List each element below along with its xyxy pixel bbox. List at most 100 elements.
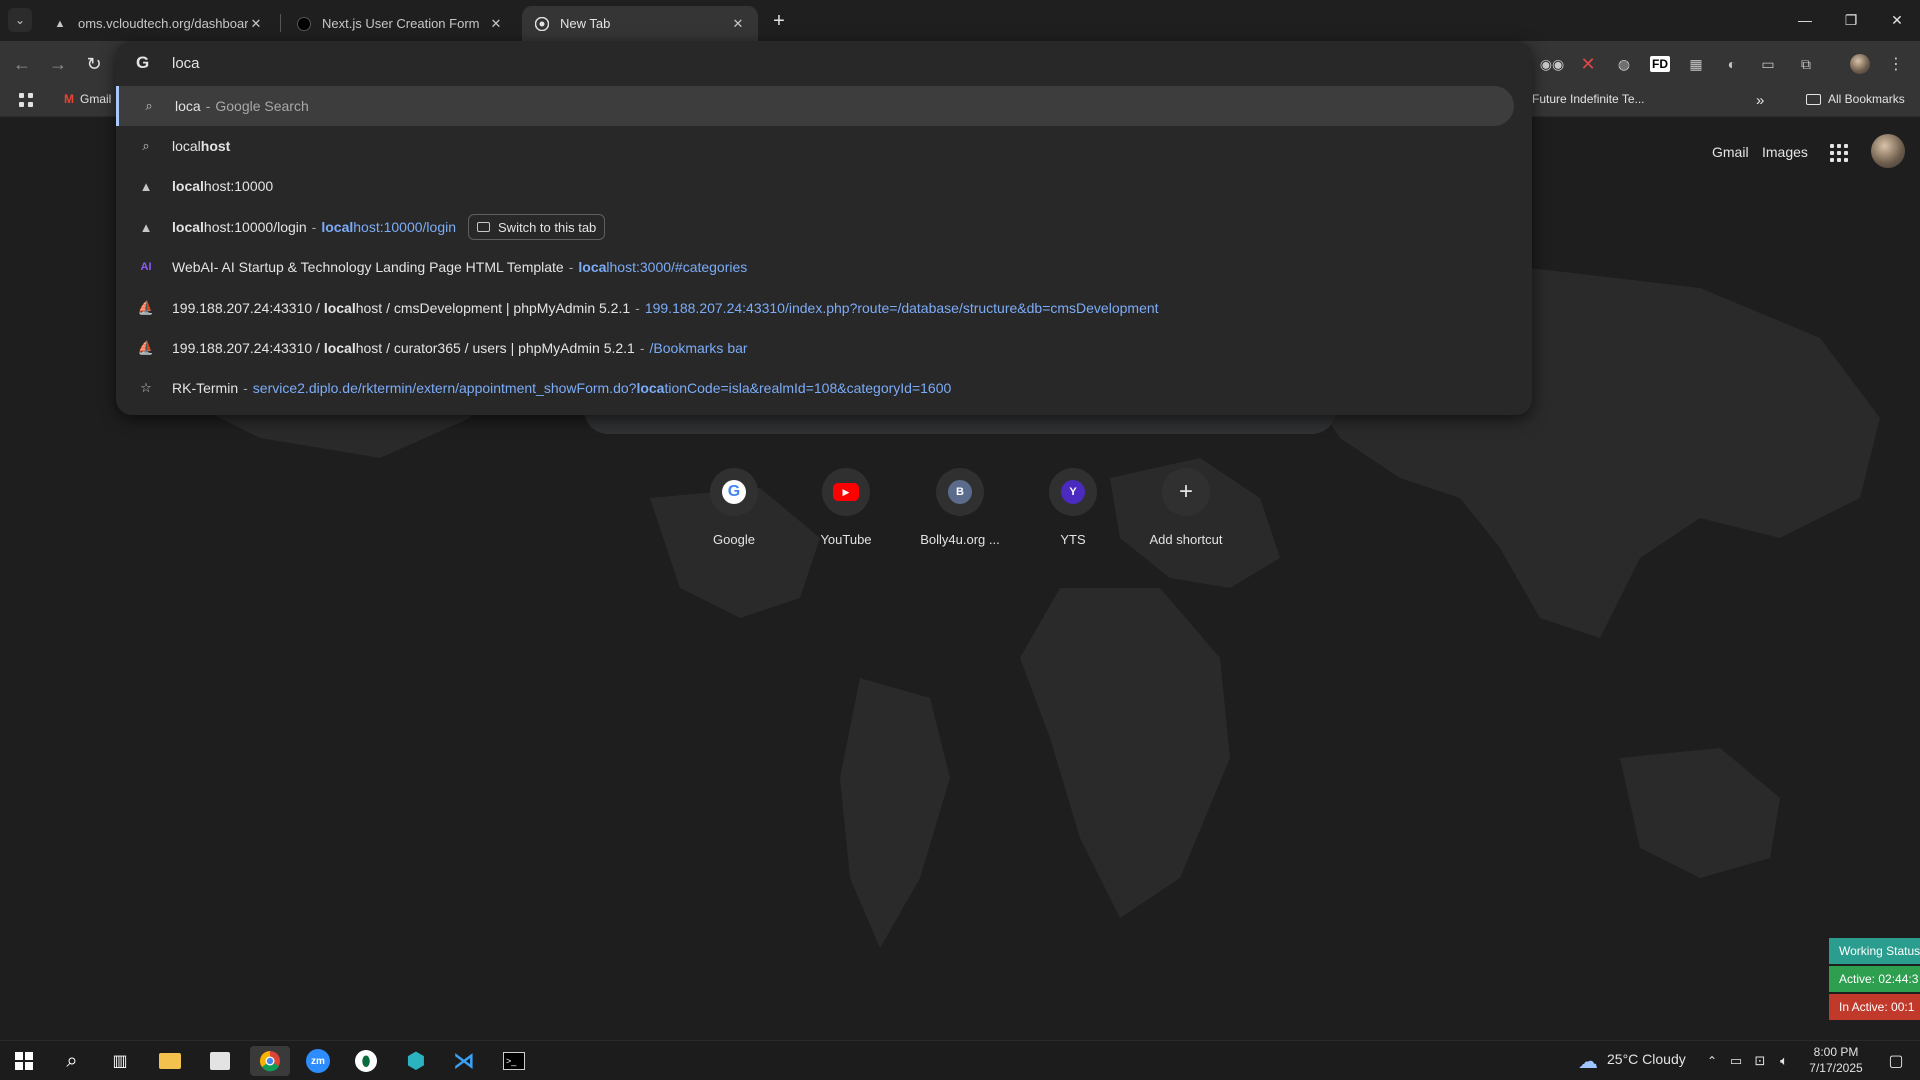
shortcut-google[interactable]: G Google [678,468,790,547]
shortcut-label: YouTube [820,532,872,547]
working-status-widget[interactable]: Working Status [1829,938,1920,964]
reload-button[interactable]: ↻ [80,52,108,76]
vscode-icon[interactable]: ⋊ [444,1046,484,1076]
back-button[interactable]: ← [8,52,36,76]
battery-icon[interactable]: ▭ [1724,1046,1748,1076]
shortcut-bolly4u[interactable]: B Bolly4u.org ... [904,468,1016,547]
mongodb-icon[interactable]: ⬮ [346,1046,386,1076]
file-explorer-icon[interactable] [150,1046,190,1076]
bookmark-gmail[interactable]: M Gmail [64,92,111,106]
shortcut-yts[interactable]: Y YTS [1017,468,1129,547]
bookmark-label: All Bookmarks [1828,92,1905,106]
windows-start-icon[interactable] [4,1046,44,1076]
tab-new-tab[interactable]: New Tab ✕ [522,6,758,41]
restore-icon: ❐ [1844,11,1858,28]
puzzle-extensions-icon[interactable]: ⧉ [1794,52,1818,76]
tab-nextjs-form[interactable]: Next.js User Creation Form ✕ [284,6,516,41]
new-tab-button[interactable]: + [766,8,792,34]
tab-title: New Tab [560,16,611,31]
shortcut-tile: + [1162,468,1210,516]
ntp-profile-avatar[interactable] [1871,134,1905,168]
task-view-icon[interactable]: ▥ [100,1046,140,1076]
suggestion-text: local host:10000/login - local host:10000/… [172,214,606,240]
globe-extension-icon[interactable]: ◍ [1612,52,1636,76]
suggestion-match: local [172,178,204,194]
tab-separator [280,14,281,32]
shortcut-label: Google [713,532,755,547]
menu-kebab-icon[interactable]: ⋮ [1884,52,1908,76]
ntp-images-link[interactable]: Images [1762,144,1808,160]
suggestion-url: 199.188.207.24:43310/index.php?route=/da… [644,300,1159,316]
all-bookmarks-button[interactable]: All Bookmarks [1806,92,1905,106]
suggestion-url: host:10000/login [353,219,457,235]
store-icon[interactable] [200,1046,240,1076]
zoom-icon[interactable]: zm [298,1046,338,1076]
bookmarks-overflow-button[interactable]: » [1756,92,1764,109]
suggestion-title: 199.188.207.24:43310 / [172,340,324,356]
suggestion-localhost[interactable]: ⌕ local host [116,126,1532,166]
bookmark-label: Gmail [80,92,112,106]
ntp-gmail-link[interactable]: Gmail [1712,144,1749,160]
x-extension-icon[interactable]: ✕ [1576,52,1600,76]
fd-extension-icon[interactable]: FD [1648,52,1672,76]
taskbar-clock[interactable]: 8:00 PM 7/17/2025 [1806,1044,1866,1076]
suggestion-phpmyadmin-curator[interactable]: ⛵ 199.188.207.24:43310 / local host / cur… [116,328,1532,368]
app-hexagon-icon[interactable]: ⬢ [396,1046,436,1076]
suggestion-localhost-login[interactable]: ▲ local host:10000/login - local host:1000… [116,207,1532,247]
image-extension-icon[interactable]: ▦ [1684,52,1708,76]
google-icon: G [136,53,150,72]
suggestion-rk-termin[interactable]: ☆ RK-Termin - service2.diplo.de/rktermin… [116,368,1532,408]
terminal-icon[interactable]: >_ [494,1046,534,1076]
chevron-down-icon: ⌄ [14,13,26,27]
suggestion-title: host / curator365 / users | phpMyAdmin 5… [355,340,635,356]
notification-center-icon[interactable]: ▢ [1876,1046,1916,1076]
suggestion-completion: host [200,138,231,154]
y-letter-icon: Y [1061,480,1085,504]
omnibox-input[interactable]: loca [172,55,200,72]
suggestion-google-search[interactable]: ⌕ loca - Google Search [116,86,1514,126]
apps-grid-icon[interactable] [18,92,34,108]
folder-icon [1806,93,1821,105]
shortcut-youtube[interactable]: ▶ YouTube [790,468,902,547]
volume-icon[interactable]: 🔈︎ [1772,1046,1796,1076]
close-icon[interactable]: ✕ [248,16,264,32]
vpn-extension-icon[interactable]: ◐ [1720,52,1744,76]
chevron-double-right-icon: » [1756,92,1765,109]
weather-cloud-icon[interactable]: ☁ [1568,1046,1608,1076]
profile-avatar-icon[interactable] [1848,52,1872,76]
glasses-extension-icon[interactable]: ◉◉ [1540,52,1564,76]
shortcut-add[interactable]: + Add shortcut [1130,468,1242,547]
b-letter-icon: B [948,480,972,504]
minimize-button[interactable]: — [1782,0,1828,40]
suggestion-webai[interactable]: AI WebAI- AI Startup & Technology Landin… [116,247,1532,287]
separator: - [639,340,645,356]
close-icon[interactable]: ✕ [488,16,504,32]
tab-oms-dashboard[interactable]: ▲ oms.vcloudtech.org/dashboard ✕ [40,6,276,41]
search-icon[interactable]: ⌕ [52,1046,92,1076]
forward-button[interactable]: → [44,52,72,76]
switch-to-tab-button[interactable]: Switch to this tab [468,214,606,240]
weather-text[interactable]: 25°C Cloudy [1607,1051,1686,1067]
close-icon[interactable]: ✕ [730,16,746,32]
suggestion-title: host:10000/login [203,219,307,235]
search-icon: ⌕ [145,98,153,113]
arrow-left-icon: ← [13,53,31,74]
suggestion-localhost-10000[interactable]: ▲ local host:10000 [116,166,1532,206]
suggestion-phpmyadmin-cms[interactable]: ⛵ 199.188.207.24:43310 / local host / cms… [116,288,1532,328]
chrome-taskbar-icon[interactable] [250,1046,290,1076]
tray-chevron-up-icon[interactable]: ⌃ [1700,1046,1724,1076]
tab-search-button[interactable]: ⌄ [8,8,32,32]
minimize-icon: — [1798,12,1812,28]
google-apps-icon[interactable] [1828,142,1850,164]
restore-button[interactable]: ❐ [1828,0,1874,40]
separator: - [243,380,248,396]
omnibox-input-row[interactable]: G loca [116,41,1532,85]
suggestion-text: RK-Termin - service2.diplo.de/rktermin/e… [172,380,951,396]
close-window-button[interactable]: ✕ [1874,0,1920,40]
shortcut-tile: Y [1049,468,1097,516]
suggestion-match: local [323,300,356,316]
cast-extension-icon[interactable]: ▭ [1756,52,1780,76]
close-icon: ✕ [1891,11,1903,28]
bookmark-future-indefinite[interactable]: Future Indefinite Te... [1532,92,1645,106]
network-icon[interactable]: ⊡ [1748,1046,1772,1076]
